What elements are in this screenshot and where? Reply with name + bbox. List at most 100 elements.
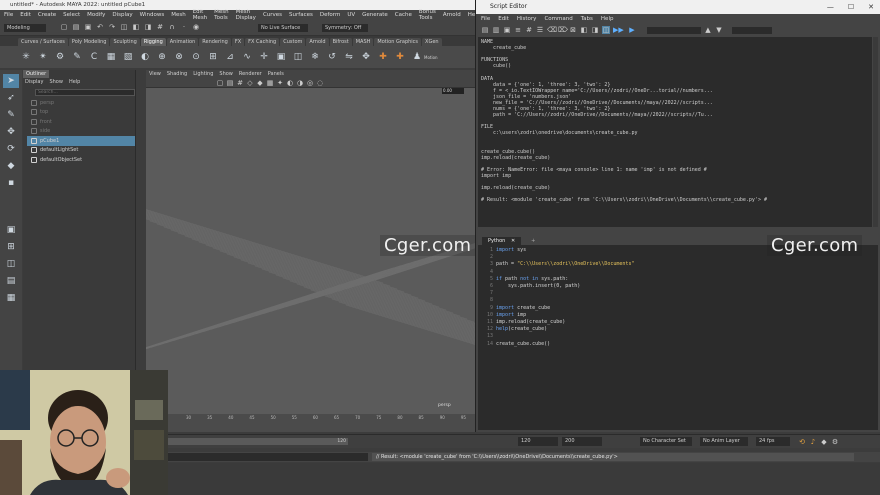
orient-constraint-icon[interactable]: ⊙ [190,51,202,63]
open-script-icon[interactable]: ▤ [481,26,489,34]
tab-python[interactable]: Python ✕ [482,237,522,245]
show-history-icon[interactable]: ◧ [580,26,588,34]
wrap-icon[interactable]: ▧ [122,51,134,63]
outliner-item-defaultobjectset[interactable]: defaultObjectSet [27,155,135,165]
search-down-icon[interactable]: ▼ [715,26,723,34]
add-tab-button[interactable]: + [525,237,541,245]
minimize-icon[interactable]: — [827,0,834,14]
rotate-tool-icon[interactable]: ⟳ [3,142,19,156]
reset-icon[interactable]: ↺ [326,51,338,63]
snap-grid-icon[interactable]: # [156,23,164,31]
tab-close-icon[interactable]: ✕ [511,238,515,244]
script-input-panel[interactable]: 1234567891011121314 import sys​path = "C… [478,245,878,430]
snap-point-icon[interactable]: ⋅ [180,23,188,31]
close-icon[interactable]: ✕ [868,0,874,14]
redo-icon[interactable]: ↷ [108,23,116,31]
outliner-item-persp[interactable]: persp [27,98,135,108]
open-scene-icon[interactable]: ▤ [72,23,80,31]
shelf-tab-mash[interactable]: MASH [352,38,374,46]
echo-all-icon[interactable]: ≡ [514,26,522,34]
script-menu-tabs[interactable]: Tabs [581,14,593,24]
character-set-dropdown[interactable]: No Character Set [640,437,692,446]
key-icon[interactable]: ◆ [820,438,828,446]
save-scene-icon[interactable]: ▣ [84,23,92,31]
orange-cross-alt-icon[interactable]: ✚ [394,51,406,63]
range-slider[interactable]: 120 [168,438,348,445]
new-scene-icon[interactable]: ▢ [60,23,68,31]
menu-windows[interactable]: Windows [140,12,165,18]
layout-four-icon[interactable]: ⊞ [3,240,19,254]
search-up-icon[interactable]: ▲ [704,26,712,34]
menu-surfaces[interactable]: Surfaces [289,12,313,18]
execute-all-icon[interactable]: ▶▶ [613,26,624,34]
prefs-icon[interactable]: ⚙ [831,438,839,446]
menu-file[interactable]: File [4,12,13,18]
menu-edit[interactable]: Edit [20,12,31,18]
select-object-icon[interactable]: ◧ [132,23,140,31]
curve-tool-icon[interactable]: ∿ [241,51,253,63]
pole-vector-icon[interactable]: ⊿ [224,51,236,63]
script-menu-help[interactable]: Help [601,14,614,24]
shelf-tab-xgen[interactable]: XGen [422,38,442,46]
menu-uv[interactable]: UV [347,12,355,18]
live-surface-field[interactable]: No Live Surface [258,24,308,32]
paint-weights-icon[interactable]: ✎ [71,51,83,63]
workspace-dropdown[interactable]: Modeling [4,24,46,32]
layout-outliner-icon[interactable]: ▤ [3,274,19,288]
search-field-2[interactable] [732,26,772,34]
blend-shape-icon[interactable]: ◐ [139,51,151,63]
hypergraph-icon[interactable]: ◫ [292,51,304,63]
select-tool-icon[interactable]: ➤ [3,74,19,88]
script-history-panel[interactable]: NAME create_cube FUNCTIONS cube() DATA dat… [478,37,872,227]
maximize-icon[interactable]: ☐ [848,0,854,14]
move-tool-icon[interactable]: ✥ [3,125,19,139]
menu-mesh[interactable]: Mesh [171,12,185,18]
bind-skin-icon[interactable]: ⚙ [54,51,66,63]
outliner-item-top[interactable]: top [27,108,135,118]
anim-layer-dropdown[interactable]: No Anim Layer [700,437,748,446]
show-both-icon[interactable]: ◫ [602,26,610,34]
save-script-icon[interactable]: ▣ [503,26,511,34]
point-constraint-icon[interactable]: ⊕ [156,51,168,63]
sound-icon[interactable]: ♪ [809,438,817,446]
select-hierarchy-icon[interactable]: ◫ [120,23,128,31]
outliner-item-side[interactable]: side [27,127,135,137]
loop-icon[interactable]: ⟲ [798,438,806,446]
lasso-tool-icon[interactable]: ➶ [3,91,19,105]
command-input[interactable] [168,453,368,461]
menu-generate[interactable]: Generate [362,12,388,18]
cluster-icon[interactable]: C [88,51,100,63]
show-input-icon[interactable]: ◨ [591,26,599,34]
shelf-tab-custom[interactable]: Custom [280,38,306,46]
shelf-tab-motion-graphics[interactable]: Motion Graphics [374,38,422,46]
shelf-tab-curves-surfaces[interactable]: Curves / Surfaces [18,38,68,46]
menu-arnold[interactable]: Arnold [443,12,461,18]
outliner-menu-show[interactable]: Show [49,79,63,85]
outliner-item-pcube1[interactable]: pCube1 [27,136,135,146]
code-area[interactable]: import sys​path = "C:\\Users\\zodri\\One… [496,245,634,430]
ik-handle-icon[interactable]: ✴ [37,51,49,63]
shelf-tab-rigging[interactable]: Rigging [140,38,166,46]
source-script-icon[interactable]: ▥ [492,26,500,34]
outliner-tab[interactable]: Outliner [23,70,50,78]
group-icon[interactable]: ▣ [275,51,287,63]
shelf-tab-poly-modeling[interactable]: Poly Modeling [68,38,110,46]
outliner-item-defaultlightset[interactable]: defaultLightSet [27,146,135,156]
fps-dropdown[interactable]: 24 fps [756,437,790,446]
shelf-tab-bifrost[interactable]: Bifrost [329,38,352,46]
menu-modify[interactable]: Modify [87,12,105,18]
outliner-menu-help[interactable]: Help [69,79,80,85]
select-component-icon[interactable]: ◨ [144,23,152,31]
shelf-tab-animation[interactable]: Animation [166,38,199,46]
search-field[interactable] [647,26,701,34]
shelf-tab-rendering[interactable]: Rendering [199,38,231,46]
shelf-tab-sculpting[interactable]: Sculpting [110,38,140,46]
menu-deform[interactable]: Deform [320,12,340,18]
scale-tool-icon[interactable]: ◆ [3,159,19,173]
menu-cache[interactable]: Cache [395,12,412,18]
layout-single-icon[interactable]: ▣ [3,223,19,237]
layout-graph-icon[interactable]: ▦ [3,291,19,305]
clear-input-icon[interactable]: ⌦ [558,26,568,34]
layout-side-icon[interactable]: ◫ [3,257,19,271]
undo-icon[interactable]: ↶ [96,23,104,31]
